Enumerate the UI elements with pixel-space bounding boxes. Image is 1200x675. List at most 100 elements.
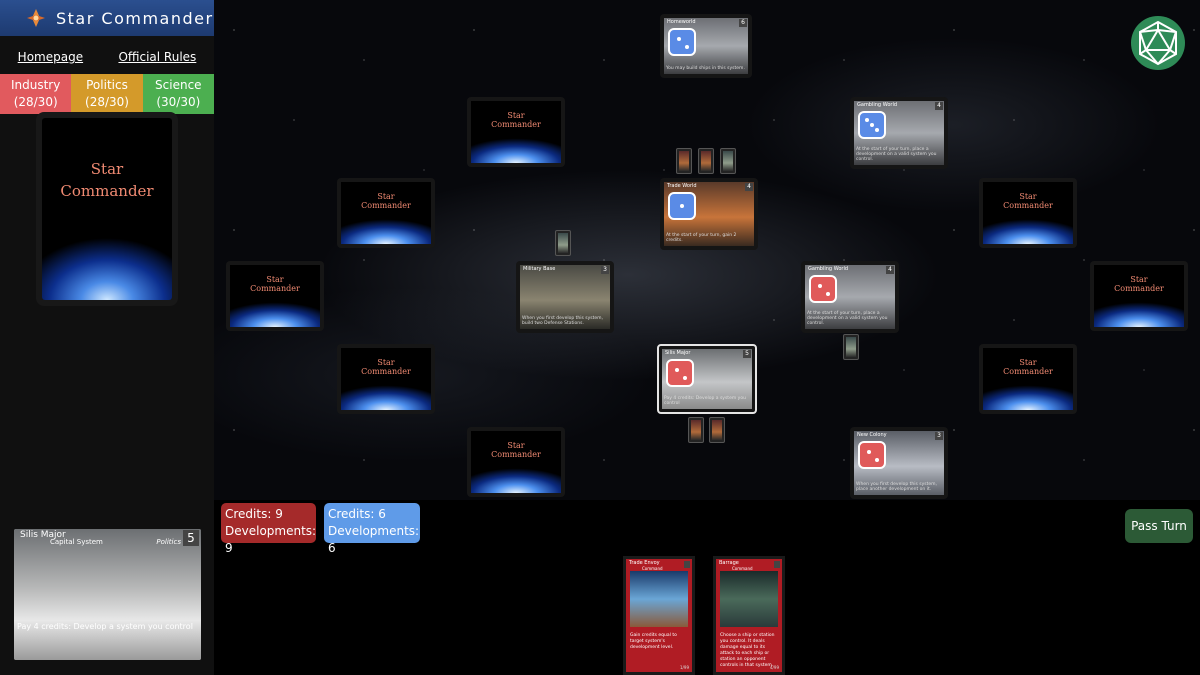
face-down-system[interactable]: Star Commander [979, 344, 1077, 414]
system-card-military-base[interactable]: Military Base 3 When you first develop t… [516, 261, 614, 333]
system-card-trade-world[interactable]: Trade World 4 At the start of your turn,… [660, 178, 758, 250]
blue-player-stats: Credits: 6 Developments: 6 [324, 503, 420, 555]
ship-token[interactable] [843, 334, 859, 360]
card-name: New Colony [857, 432, 887, 438]
industry-resource: Industry (28/30) [0, 74, 72, 114]
ship-token[interactable] [555, 230, 571, 256]
red-credits: Credits: 9 [225, 507, 283, 521]
card-text: You may build ships in this system. [666, 66, 745, 71]
ship-token[interactable] [698, 148, 714, 174]
sidebar: Star Commander Homepage Official Rules I… [0, 0, 214, 675]
card-face: Trade Envoy Command Gain credits equal t… [626, 559, 692, 672]
card-footer: 4/99 [770, 665, 779, 670]
card-text: Gain credits equal to target system's de… [630, 633, 677, 650]
card-back-line1: Star [1019, 358, 1037, 367]
card-cost: 4 [935, 102, 943, 110]
deck-title-line2: Commander [60, 182, 154, 200]
ship-token[interactable] [720, 148, 736, 174]
card-back-line2: Commander [250, 284, 300, 293]
official-rules-link[interactable]: Official Rules [118, 50, 196, 64]
ship-token[interactable] [709, 417, 725, 443]
homepage-link[interactable]: Homepage [18, 50, 83, 64]
face-down-system[interactable]: Star Commander [467, 427, 565, 497]
science-label: Science [155, 78, 202, 92]
industry-value: (28/30) [13, 95, 58, 109]
ship-token[interactable] [688, 417, 704, 443]
card-text: When you first develop this system, plac… [856, 482, 937, 492]
blue-die-1 [668, 192, 696, 220]
nav-links: Homepage Official Rules [0, 40, 214, 74]
red-die-2 [809, 275, 837, 303]
card-footer: 1/99 [680, 665, 689, 670]
card-affiliation: Politics [156, 538, 181, 546]
d20-dice-icon[interactable] [1130, 15, 1186, 71]
card-back-line1: Star [507, 111, 525, 120]
star-logo-icon [27, 9, 45, 27]
card-face: Silis Major 5 Pay 4 credits: Develop a s… [662, 349, 752, 409]
card-back-line2: Commander [361, 201, 411, 210]
system-card-homeworld[interactable]: Homeworld 6 You may build ships in this … [660, 14, 752, 78]
politics-value: (28/30) [85, 95, 129, 109]
face-down-system[interactable]: Star Commander [979, 178, 1077, 248]
face-down-system[interactable]: Star Commander [1090, 261, 1188, 331]
card-text: Pay 4 credits: Develop a system you cont… [17, 622, 193, 631]
blue-die-3 [858, 111, 886, 139]
system-card-silis-major-selected[interactable]: Silis Major 5 Pay 4 credits: Develop a s… [657, 344, 757, 414]
card-back-line1: Star [1130, 275, 1148, 284]
card-text: Choose a ship or station you control. It… [720, 633, 775, 668]
card-cost: 3 [935, 432, 943, 440]
card-art [630, 571, 688, 627]
card-text: At the start of your turn, place a devel… [807, 311, 888, 326]
red-die-2 [666, 359, 694, 387]
card-art [14, 529, 201, 660]
card-name: Military Base [523, 266, 556, 272]
card-cost: 4 [745, 183, 753, 191]
system-card-new-colony[interactable]: New Colony 3 When you first develop this… [850, 427, 948, 499]
industry-label: Industry [10, 78, 61, 92]
card-face: Barrage Command Choose a ship or station… [716, 559, 782, 672]
card-back-line1: Star [266, 275, 284, 284]
face-down-system[interactable]: Star Commander [337, 178, 435, 248]
politics-resource: Politics (28/30) [71, 74, 143, 114]
card-type: Capital System [50, 538, 103, 546]
system-card-gambling-world[interactable]: Gambling World 4 At the start of your tu… [801, 261, 899, 333]
deck-card-back: Star Commander [42, 118, 172, 300]
game-board: Star Commander Star Commander Star Commande… [214, 0, 1200, 500]
face-down-system[interactable]: Star Commander [226, 261, 324, 331]
system-card-gambling-world[interactable]: Gambling World 4 At the start of your tu… [850, 97, 948, 169]
card-face: Trade World 4 At the start of your turn,… [664, 182, 754, 246]
ship-token[interactable] [676, 148, 692, 174]
card-back-line1: Star [507, 441, 525, 450]
card-back-line2: Commander [1114, 284, 1164, 293]
resource-bar: Industry (28/30) Politics (28/30) Scienc… [0, 74, 214, 114]
face-down-system[interactable]: Star Commander [467, 97, 565, 167]
hand-card-trade-envoy[interactable]: Trade Envoy Command Gain credits equal t… [623, 556, 695, 675]
card-back-line1: Star [1019, 192, 1037, 201]
card-text: At the start of your turn, gain 2 credit… [666, 233, 737, 243]
red-die-2 [858, 441, 886, 469]
selected-card-preview: Silis Major Capital System Politics 5 Pa… [14, 529, 201, 660]
card-face: Gambling World 4 At the start of your tu… [805, 265, 895, 329]
card-face: New Colony 3 When you first develop this… [854, 431, 944, 495]
card-cost: 6 [739, 19, 747, 27]
deck-title: Star Commander [42, 158, 172, 202]
card-name: Gambling World [857, 102, 898, 108]
hand-card-barrage[interactable]: Barrage Command Choose a ship or station… [713, 556, 785, 675]
card-name: Silis Major [665, 350, 691, 356]
card-face: Gambling World 4 At the start of your tu… [854, 101, 944, 165]
blue-die-2 [668, 28, 696, 56]
card-name: Gambling World [808, 266, 849, 272]
politics-label: Politics [86, 78, 128, 92]
card-text: At the start of your turn, place a devel… [856, 147, 937, 162]
face-down-system[interactable]: Star Commander [337, 344, 435, 414]
card-back-line1: Star [377, 358, 395, 367]
card-cost [684, 561, 690, 568]
card-back-line2: Commander [361, 367, 411, 376]
pass-turn-button[interactable]: Pass Turn [1125, 509, 1193, 543]
card-name: Homeworld [667, 19, 696, 25]
card-face: Military Base 3 When you first develop t… [520, 265, 610, 329]
draw-deck[interactable]: Star Commander [36, 112, 178, 306]
card-art [720, 571, 778, 627]
science-resource: Science (30/30) [142, 74, 214, 114]
card-cost: 4 [886, 266, 894, 274]
